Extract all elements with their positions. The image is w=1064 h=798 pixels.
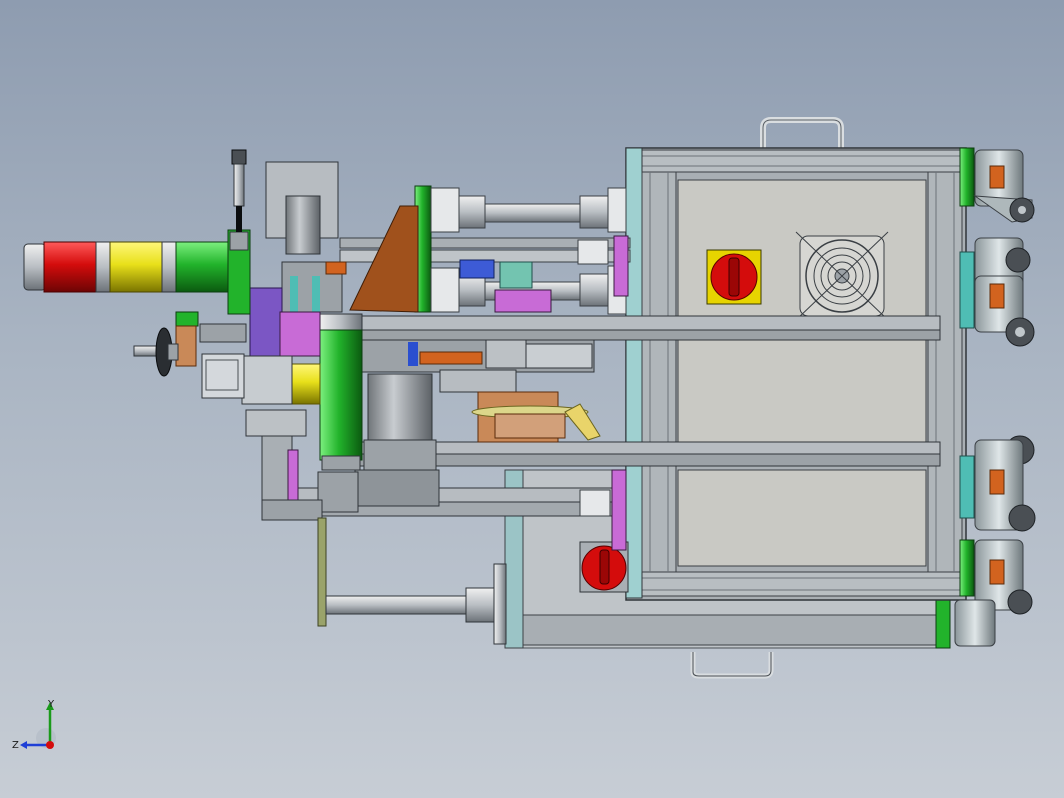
bottom-cylinder [317,517,507,645]
main-cabinet [504,117,975,679]
cooling-fan [795,231,889,321]
top-handle [760,117,844,148]
x-axis-origin [46,741,54,749]
y-axis-label: Y [47,699,55,710]
proximity-sensor [231,149,247,232]
lower-panel [677,469,927,567]
signal-tower-light [23,229,251,315]
coordinate-triad: Y Z [12,699,56,751]
bottom-handle [690,652,774,679]
main-switch [706,249,762,305]
green-vertical-cylinder [319,313,363,471]
cad-viewport[interactable]: Y Z [0,0,1064,798]
left-subassembly [175,287,323,521]
handwheel-knob [133,327,179,377]
z-axis-label: Z [12,740,19,751]
machine-assembly-model[interactable] [0,0,1064,798]
middle-panel [677,339,927,453]
